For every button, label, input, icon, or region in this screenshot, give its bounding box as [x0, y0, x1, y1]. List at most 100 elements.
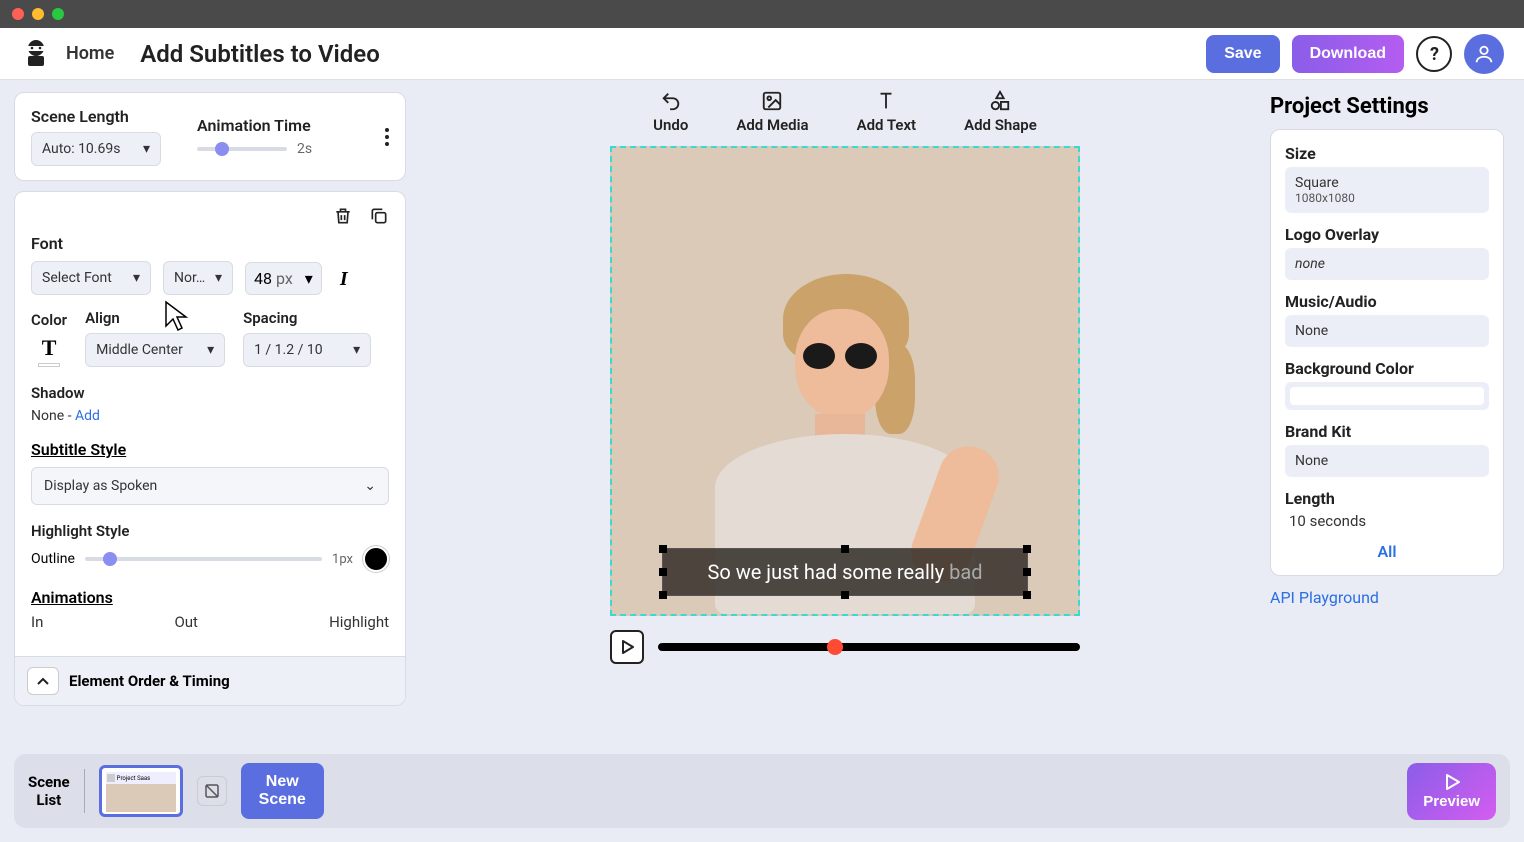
brand-kit-select[interactable]: None [1285, 445, 1489, 477]
size-label: Size [1285, 144, 1489, 163]
subtitle-style-value: Display as Spoken [44, 478, 157, 494]
app-logo [20, 38, 52, 70]
preview-label: Preview [1423, 793, 1480, 810]
collapse-toggle[interactable] [27, 667, 59, 695]
music-label: Music/Audio [1285, 292, 1489, 311]
question-icon: ? [1427, 44, 1441, 64]
color-label: Color [31, 311, 67, 329]
scene-length-select[interactable]: Auto: 10.69s ▾ [31, 132, 161, 166]
spacing-label: Spacing [243, 309, 371, 327]
home-link[interactable]: Home [66, 43, 114, 64]
left-panel: Scene Length Auto: 10.69s ▾ Animation Ti… [0, 80, 420, 718]
font-family-value: Select Font [42, 270, 112, 286]
chevron-down-icon: ▾ [215, 270, 222, 286]
music-select[interactable]: None [1285, 315, 1489, 347]
play-icon [620, 640, 634, 654]
italic-toggle[interactable]: I [334, 264, 354, 295]
add-media-button[interactable]: Add Media [736, 90, 808, 134]
add-text-label: Add Text [857, 116, 917, 134]
video-canvas[interactable]: So we just had some really bad [610, 146, 1080, 616]
logo-overlay-select[interactable]: none [1285, 248, 1489, 280]
size-select[interactable]: Square 1080x1080 [1285, 167, 1489, 213]
subtitle-text-faded: bad [949, 560, 982, 584]
canvas-toolbar: Undo Add Media Add Text Add Shape [653, 90, 1037, 134]
shadow-separator: - [64, 408, 75, 424]
text-icon [875, 90, 897, 112]
chevron-down-icon: ▾ [207, 342, 214, 358]
logo-overlay-label: Logo Overlay [1285, 225, 1489, 244]
brand-kit-label: Brand Kit [1285, 422, 1489, 441]
bg-color-select[interactable] [1285, 382, 1489, 410]
scene-length-card: Scene Length Auto: 10.69s ▾ Animation Ti… [14, 92, 406, 181]
api-playground-link[interactable]: API Playground [1270, 588, 1504, 607]
highlight-width-slider[interactable] [85, 557, 322, 561]
font-size-number: 48 [254, 269, 272, 288]
help-button[interactable]: ? [1416, 36, 1452, 72]
new-scene-button[interactable]: New Scene [241, 763, 324, 818]
spacing-select[interactable]: 1 / 1.2 / 10▾ [243, 333, 371, 367]
project-settings-title: Project Settings [1270, 94, 1504, 119]
transition-button[interactable] [197, 776, 227, 806]
traffic-light-zoom[interactable] [52, 8, 64, 20]
align-label: Align [85, 309, 225, 327]
trash-icon [333, 206, 353, 226]
shadow-value: None [31, 408, 64, 424]
scene-bar: Scene List Project Saas New Scene Previe… [14, 754, 1510, 828]
align-select[interactable]: Middle Center▾ [85, 333, 225, 367]
save-button[interactable]: Save [1206, 35, 1279, 73]
length-label: Length [1285, 489, 1489, 508]
size-dimensions: 1080x1080 [1295, 191, 1479, 205]
traffic-light-minimize[interactable] [32, 8, 44, 20]
scene-thumbnail-1[interactable]: Project Saas [99, 765, 183, 817]
scene-list-label: Scene List [28, 773, 70, 809]
anim-highlight-label: Highlight [329, 613, 389, 631]
project-settings-panel: Project Settings Size Square 1080x1080 L… [1270, 80, 1524, 718]
font-size-unit: px [276, 269, 293, 288]
font-weight-select[interactable]: Nor… ▾ [163, 261, 233, 295]
progress-bar[interactable] [658, 643, 1080, 651]
highlight-color-swatch[interactable] [363, 546, 389, 572]
playback-bar [610, 630, 1080, 664]
font-size-input[interactable]: 48 px ▾ [245, 262, 322, 295]
animation-time-value: 2s [297, 141, 312, 157]
text-color-icon: T [42, 335, 57, 361]
project-settings-card: Size Square 1080x1080 Logo Overlay none … [1270, 129, 1504, 576]
bg-color-label: Background Color [1285, 359, 1489, 378]
preview-button[interactable]: Preview [1407, 763, 1496, 820]
subtitle-text: So we just had some really [707, 560, 944, 584]
shadow-add-link[interactable]: Add [75, 408, 100, 424]
download-button[interactable]: Download [1292, 35, 1404, 73]
undo-icon [660, 90, 682, 112]
add-text-button[interactable]: Add Text [857, 90, 917, 134]
eot-label: Element Order & Timing [69, 672, 230, 690]
user-icon [1473, 43, 1495, 65]
show-all-link[interactable]: All [1285, 542, 1489, 561]
text-color-button[interactable]: T [31, 335, 67, 367]
play-icon [1443, 773, 1461, 791]
traffic-light-close[interactable] [12, 8, 24, 20]
more-options-button[interactable] [385, 128, 389, 146]
highlight-px: 1px [332, 552, 353, 567]
element-order-timing-bar[interactable]: Element Order & Timing [15, 656, 405, 705]
font-family-select[interactable]: Select Font▾ [31, 261, 151, 295]
canvas-area: Undo Add Media Add Text Add Shape [420, 80, 1270, 718]
animation-time-label: Animation Time [197, 116, 369, 135]
duplicate-button[interactable] [369, 206, 389, 226]
subtitle-element[interactable]: So we just had some really bad [662, 548, 1028, 596]
highlight-style-label: Highlight Style [31, 522, 130, 540]
delete-button[interactable] [333, 206, 353, 226]
account-button[interactable] [1464, 34, 1504, 74]
subtitle-style-select[interactable]: Display as Spoken⌄ [31, 467, 389, 505]
font-weight-value: Nor… [174, 270, 205, 286]
animation-time-slider[interactable] [197, 147, 287, 151]
undo-button[interactable]: Undo [653, 90, 688, 134]
shapes-icon [989, 90, 1011, 112]
font-heading: Font [31, 234, 63, 253]
length-value: 10 seconds [1285, 512, 1489, 530]
add-shape-button[interactable]: Add Shape [964, 90, 1037, 134]
divider [84, 769, 85, 813]
anim-out-label: Out [174, 613, 198, 631]
shadow-label: Shadow [31, 384, 85, 402]
play-button[interactable] [610, 630, 644, 664]
progress-handle[interactable] [827, 639, 843, 655]
